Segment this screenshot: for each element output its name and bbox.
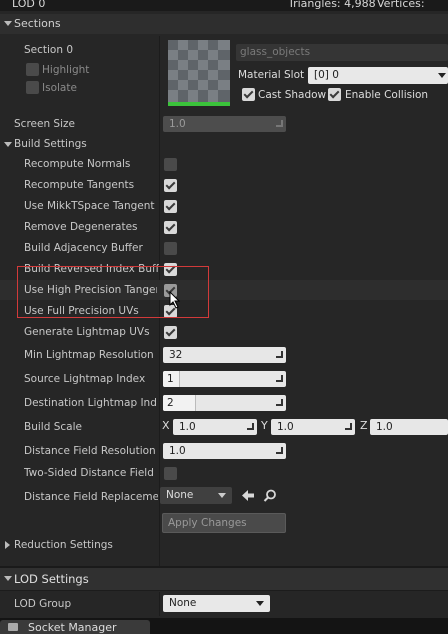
generate-lightmap-uvs-checkbox[interactable] — [164, 326, 177, 339]
mikktspace-label: Use MikkTSpace Tangent — [24, 200, 155, 212]
material-slot-label: Material Slot — [238, 69, 305, 81]
dest-lightmap-field[interactable]: 2 — [163, 395, 286, 411]
min-lightmap-label: Min Lightmap Resolution — [24, 349, 154, 361]
socket-manager-label: Socket Manager — [28, 621, 117, 634]
generate-lightmap-uvs-label: Generate Lightmap UVs — [24, 326, 150, 338]
resize-handle-icon — [276, 399, 283, 406]
resize-handle-icon — [276, 120, 283, 127]
screen-size-value: 1.0 — [169, 118, 186, 130]
build-scale-y-value: 1.0 — [277, 421, 294, 433]
apply-changes-label: Apply Changes — [168, 517, 247, 529]
remove-degenerates-label: Remove Degenerates — [24, 221, 138, 233]
lod-group-value: None — [169, 597, 197, 609]
build-settings-title[interactable]: Build Settings — [14, 138, 87, 150]
isolate-checkbox[interactable] — [26, 81, 39, 94]
collapse-arrow-icon[interactable] — [4, 21, 12, 26]
df-replacement-value: None — [166, 489, 194, 501]
df-resolution-field[interactable]: 1.0 — [163, 443, 286, 459]
highlight-checkbox[interactable] — [26, 63, 39, 76]
isolate-label: Isolate — [42, 82, 77, 94]
chevron-down-icon — [218, 493, 226, 498]
min-lightmap-field[interactable]: 32 — [163, 347, 286, 363]
checker-preview-icon — [168, 40, 230, 102]
material-slot-value: [0] 0 — [314, 69, 339, 81]
z-axis-label: Z — [360, 419, 368, 432]
df-replacement-label: Distance Field Replacemer — [24, 491, 158, 503]
resize-handle-icon — [276, 375, 283, 382]
lod-title: LOD 0 — [12, 0, 46, 10]
mikktspace-checkbox[interactable] — [164, 200, 177, 213]
source-lightmap-value: 1 — [167, 373, 174, 385]
enable-collision-label: Enable Collision — [345, 89, 429, 101]
material-name: glass_objects — [240, 46, 311, 58]
build-scale-z-field[interactable]: 1.0 — [370, 419, 448, 435]
collapse-arrow-icon[interactable] — [4, 576, 12, 581]
lod-header: LOD 0 Triangles: 4,988 Vertices: 4,993 — [0, 0, 448, 11]
resize-handle-icon — [276, 351, 283, 358]
adjacency-buffer-checkbox[interactable] — [164, 242, 177, 255]
recompute-tangents-label: Recompute Tangents — [24, 179, 135, 191]
y-axis-label: Y — [261, 419, 268, 432]
expand-arrow-icon[interactable] — [5, 541, 10, 549]
mouse-cursor-icon — [169, 291, 181, 309]
resize-handle-icon — [276, 447, 283, 454]
vertices-count: Vertices: 4,993 — [377, 0, 425, 11]
lod-settings-header[interactable]: LOD Settings — [0, 568, 448, 590]
resize-handle-icon — [345, 423, 352, 430]
adjacency-buffer-label: Build Adjacency Buffer — [24, 242, 143, 254]
highlight-label: Highlight — [42, 64, 90, 76]
apply-changes-button[interactable]: Apply Changes — [162, 513, 286, 533]
sections-title: Sections — [14, 17, 61, 30]
lod-group-label: LOD Group — [14, 598, 72, 610]
tab-socket-manager[interactable]: Socket Manager — [0, 620, 150, 634]
build-scale-z-value: 1.0 — [376, 421, 393, 433]
sections-header[interactable]: Sections — [0, 14, 448, 34]
df-resolution-label: Distance Field Resolution S — [24, 445, 158, 457]
material-name-combo[interactable]: glass_objects — [236, 44, 448, 61]
material-color-bar — [168, 102, 230, 106]
x-axis-label: X — [162, 419, 170, 432]
dest-lightmap-value: 2 — [167, 397, 174, 409]
two-sided-checkbox[interactable] — [164, 467, 177, 480]
cast-shadow-label: Cast Shadow — [258, 89, 327, 101]
triangles-count: Triangles: 4,988 — [288, 0, 376, 10]
build-scale-label: Build Scale — [24, 421, 82, 433]
recompute-normals-checkbox[interactable] — [164, 158, 177, 171]
divider-line — [0, 590, 448, 591]
reduction-settings-title[interactable]: Reduction Settings — [14, 539, 113, 551]
column-divider — [159, 592, 160, 616]
two-sided-label: Two-Sided Distance Field G — [24, 467, 154, 479]
build-scale-x-field[interactable]: 1.0 — [173, 419, 257, 435]
socket-icon — [8, 623, 18, 631]
build-scale-x-value: 1.0 — [179, 421, 196, 433]
chevron-down-icon — [438, 73, 446, 78]
cast-shadow-checkbox[interactable] — [242, 88, 255, 101]
recompute-normals-label: Recompute Normals — [24, 158, 131, 170]
chevron-down-icon — [256, 601, 264, 606]
use-selected-arrow-icon[interactable] — [241, 489, 255, 502]
material-thumbnail[interactable] — [168, 40, 230, 106]
resize-handle-icon — [247, 423, 254, 430]
source-lightmap-label: Source Lightmap Index — [24, 373, 146, 385]
build-scale-y-field[interactable]: 1.0 — [271, 419, 355, 435]
df-replacement-combo[interactable]: None — [160, 487, 232, 504]
min-lightmap-value: 32 — [169, 349, 183, 361]
recompute-tangents-checkbox[interactable] — [164, 179, 177, 192]
df-resolution-value: 1.0 — [169, 445, 186, 457]
material-slot-combo[interactable]: [0] 0 — [308, 67, 448, 84]
source-lightmap-field[interactable]: 1 — [163, 371, 286, 387]
browse-search-icon[interactable] — [263, 489, 277, 503]
lod-group-combo[interactable]: None — [163, 595, 270, 612]
screen-size-label: Screen Size — [14, 118, 75, 130]
dest-lightmap-label: Destination Lightmap Inde — [24, 397, 156, 409]
collapse-arrow-icon[interactable] — [4, 142, 12, 147]
lod-settings-title: LOD Settings — [14, 572, 89, 586]
section-label: Section 0 — [24, 44, 74, 56]
remove-degenerates-checkbox[interactable] — [164, 221, 177, 234]
enable-collision-checkbox[interactable] — [328, 88, 341, 101]
screen-size-field[interactable]: 1.0 — [163, 116, 286, 132]
